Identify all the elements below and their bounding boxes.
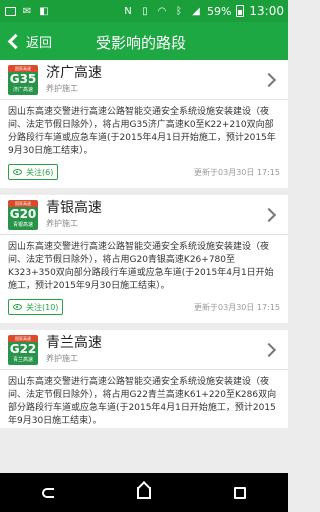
battery-percent: 59% — [206, 4, 232, 18]
road-card-header[interactable]: 国家高速 G20 青银高速 青银高速 养护施工 — [0, 195, 288, 235]
road-name: 济广高速 — [46, 65, 102, 81]
badge-name: 青兰高速 — [12, 357, 33, 363]
badge-label: 国家高速 — [8, 335, 38, 342]
road-name: 青兰高速 — [46, 335, 102, 351]
status-bar: ✉ ◧ N ▯ ◠ ᛒ ◢ 59% 13:00 — [0, 0, 288, 22]
road-type: 养护施工 — [46, 84, 78, 93]
road-list[interactable]: 国家高速 G35 济广高速 济广高速 养护施工 因山东高速交警进行高速公路智能交… — [0, 60, 288, 473]
battery-icon — [236, 5, 245, 17]
notification-icon: ✉ — [22, 5, 32, 17]
nav-home-button[interactable] — [124, 478, 164, 508]
notification-icon — [4, 5, 16, 17]
clock: 13:00 — [249, 4, 284, 18]
highway-badge-icon: 国家高速 G22 青兰高速 — [8, 335, 38, 365]
follow-button[interactable]: 关注(10) — [8, 299, 64, 315]
page-title: 受影响的路段 — [96, 34, 187, 52]
app-bar: 返回 受影响的路段 — [0, 22, 288, 60]
back-icon — [42, 487, 54, 498]
vibrate-icon: ▯ — [142, 5, 148, 17]
badge-code: G20 — [9, 207, 37, 221]
road-card: 国家高速 G20 青银高速 青银高速 养护施工 因山东高速交警进行高速公路智能交… — [0, 195, 288, 323]
follow-label: 关注(10) — [26, 302, 59, 312]
road-card: 国家高速 G35 济广高速 济广高速 养护施工 因山东高速交警进行高速公路智能交… — [0, 60, 288, 188]
chevron-right-icon[interactable] — [261, 342, 277, 358]
road-description: 因山东高速交警进行高速公路智能交通安全系统设施安装建设（夜间、法定节假日除外），… — [8, 107, 276, 156]
road-type: 养护施工 — [46, 219, 78, 228]
follow-button[interactable]: 关注(6) — [8, 164, 59, 180]
road-card: 国家高速 G22 青兰高速 青兰高速 养护施工 因山东高速交警进行高速公路智能交… — [0, 330, 288, 428]
road-name: 青银高速 — [46, 200, 102, 216]
signal-icon: ◢ — [192, 5, 200, 17]
back-button[interactable]: 返回 — [0, 22, 60, 60]
nfc-icon: N — [124, 5, 132, 17]
chevron-right-icon[interactable] — [261, 207, 277, 223]
app-notification-icon: ◧ — [39, 5, 49, 17]
badge-label: 国家高速 — [8, 65, 38, 72]
eye-icon — [13, 304, 22, 310]
badge-code: G35 — [9, 72, 37, 86]
follow-label: 关注(6) — [26, 167, 54, 177]
highway-badge-icon: 国家高速 G20 青银高速 — [8, 200, 38, 230]
back-label: 返回 — [26, 35, 53, 51]
chevron-right-icon[interactable] — [261, 72, 277, 88]
chevron-left-icon — [7, 33, 24, 49]
badge-label: 国家高速 — [8, 200, 38, 207]
badge-name: 青银高速 — [12, 222, 33, 228]
road-card-header[interactable]: 国家高速 G22 青兰高速 青兰高速 养护施工 — [0, 330, 288, 370]
nav-back-button[interactable] — [28, 478, 68, 508]
road-type: 养护施工 — [46, 354, 78, 363]
eye-icon — [13, 169, 22, 175]
update-time: 更新于03月30日 17:15 — [194, 167, 280, 177]
recent-apps-icon — [234, 486, 246, 499]
road-description: 因山东高速交警进行高速公路智能交通安全系统设施安装建设（夜间、法定节假日除外），… — [8, 377, 277, 426]
badge-name: 济广高速 — [12, 87, 33, 93]
bluetooth-icon: ᛒ — [175, 5, 182, 17]
road-card-header[interactable]: 国家高速 G35 济广高速 济广高速 养护施工 — [0, 60, 288, 100]
wifi-icon: ◠ — [157, 5, 167, 17]
update-time: 更新于03月30日 17:15 — [194, 302, 280, 312]
road-description: 因山东高速交警进行高速公路智能交通安全系统设施安装建设（夜间、法定节假日除外），… — [8, 242, 274, 291]
system-nav-bar — [0, 473, 288, 512]
home-icon — [137, 486, 151, 499]
highway-badge-icon: 国家高速 G35 济广高速 — [8, 65, 38, 95]
nav-recent-button[interactable] — [220, 478, 260, 508]
badge-code: G22 — [9, 342, 37, 356]
